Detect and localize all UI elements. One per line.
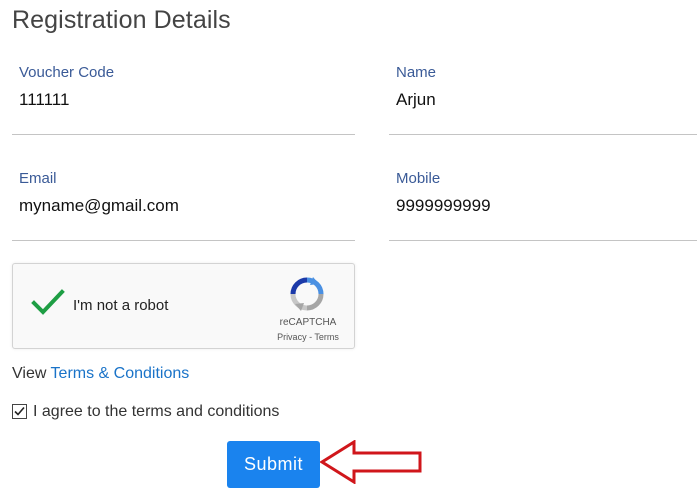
recaptcha-terms-link[interactable]: Terms	[314, 332, 339, 342]
voucher-code-underline	[12, 134, 355, 135]
agree-label: I agree to the terms and conditions	[33, 403, 280, 420]
voucher-code-label: Voucher Code	[19, 64, 115, 81]
mobile-field[interactable]: Mobile 9999999999	[389, 170, 697, 242]
view-terms-line: View Terms & Conditions	[12, 365, 189, 383]
mobile-value[interactable]: 9999999999	[396, 196, 491, 216]
voucher-code-field[interactable]: Voucher Code 111111	[12, 64, 355, 136]
name-underline	[389, 134, 697, 135]
recaptcha-brand: reCAPTCHA	[279, 317, 337, 328]
red-arrow-annotation	[319, 439, 424, 489]
page-title: Registration Details	[12, 6, 231, 34]
mobile-label: Mobile	[396, 170, 441, 187]
email-label: Email	[19, 170, 57, 187]
agree-checkbox[interactable]	[12, 404, 27, 419]
mobile-underline	[389, 240, 697, 241]
name-value[interactable]: Arjun	[396, 90, 436, 110]
name-field[interactable]: Name Arjun	[389, 64, 697, 136]
email-value[interactable]: myname@gmail.com	[19, 196, 179, 216]
checkmark-icon[interactable]	[31, 288, 65, 321]
email-field[interactable]: Email myname@gmail.com	[12, 170, 355, 242]
recaptcha-privacy-link[interactable]: Privacy	[277, 332, 307, 342]
recaptcha-links: Privacy - Terms	[253, 332, 363, 342]
voucher-code-value[interactable]: 111111	[19, 90, 69, 110]
terms-conditions-link[interactable]: Terms & Conditions	[51, 365, 190, 382]
submit-button[interactable]: Submit	[227, 441, 320, 488]
name-label: Name	[396, 64, 437, 81]
recaptcha-logo-icon	[289, 276, 325, 317]
view-terms-prefix: View	[12, 365, 51, 382]
email-underline	[12, 240, 355, 241]
check-icon	[14, 406, 25, 416]
recaptcha-widget: I'm not a robot reCAPTCHA Privacy - Term…	[12, 263, 355, 349]
captcha-label: I'm not a robot	[73, 297, 169, 314]
